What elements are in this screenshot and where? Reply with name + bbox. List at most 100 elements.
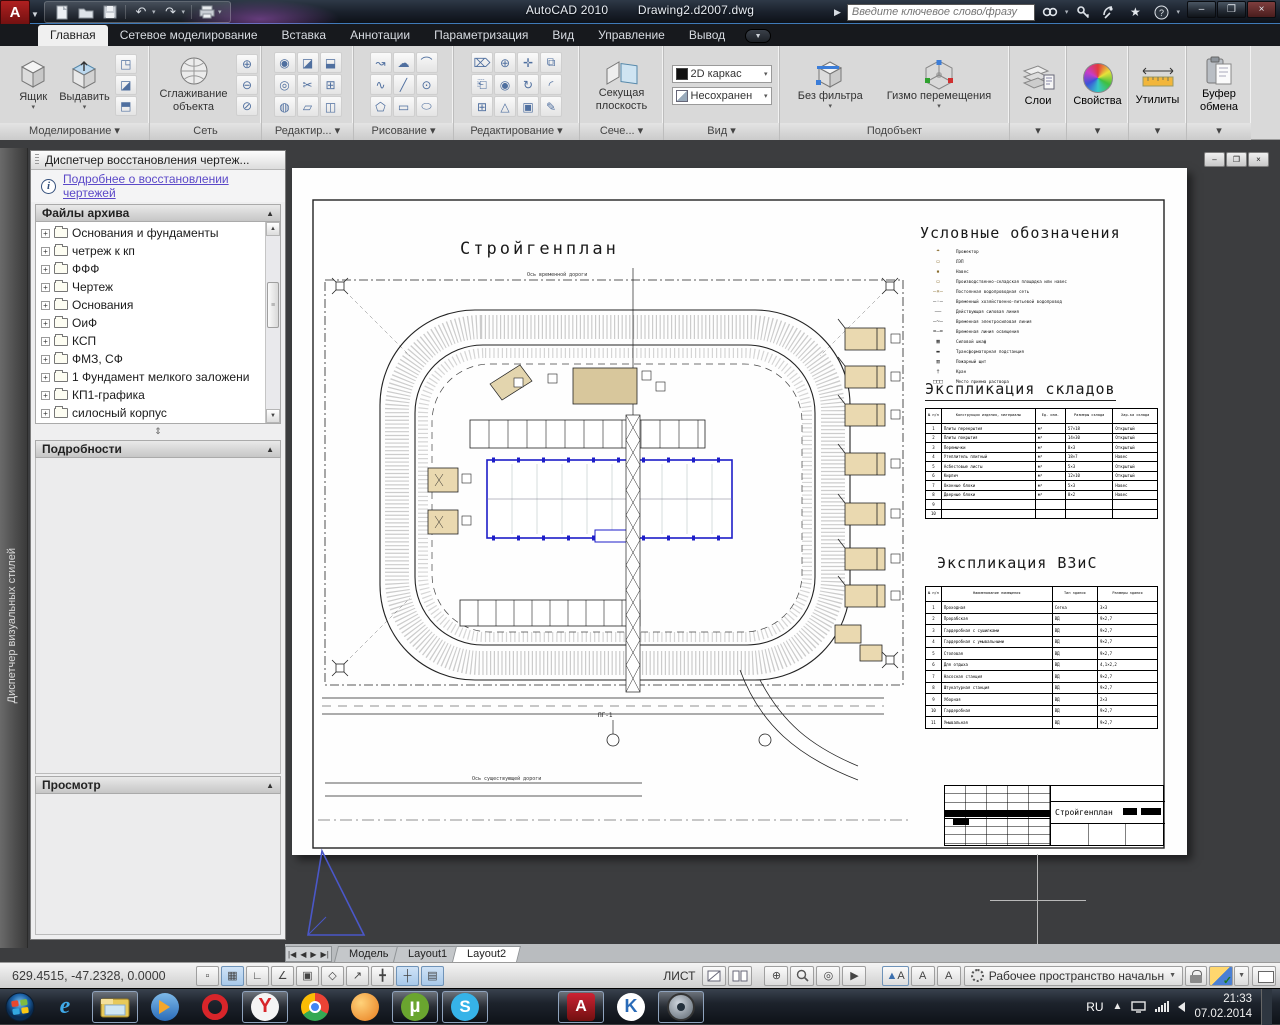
panel-caption[interactable]: ▾ (1187, 123, 1251, 140)
box-button[interactable]: Ящик ▾ (12, 55, 54, 114)
taskbar-wmp-button[interactable] (142, 991, 188, 1023)
annotation-auto-button[interactable]: A (936, 965, 961, 986)
ducs-toggle[interactable]: ╋ (371, 965, 394, 986)
properties-button[interactable]: Свойства (1073, 95, 1121, 107)
visual-styles-palette-strip[interactable]: Диспетчер визуальных стилей (0, 148, 28, 948)
union-icon[interactable]: ◉ (273, 52, 296, 73)
pan-button[interactable]: ⊕ (764, 965, 789, 986)
ribbon-tab-Управление[interactable]: Управление (586, 25, 677, 46)
quick-view-layouts-button[interactable] (728, 965, 753, 986)
intersect-icon[interactable]: ◍ (273, 96, 296, 117)
tray-caret-icon[interactable]: ▼ (1234, 965, 1249, 986)
recovery-info-link[interactable]: Подробнее о восстановлении чертежей (63, 172, 275, 200)
circle-icon[interactable]: ⊙ (415, 74, 438, 95)
showmotion-button[interactable]: ▶ (842, 965, 867, 986)
smooth-off-icon[interactable]: ⊘ (236, 95, 258, 116)
fillet-icon[interactable]: ◜ (540, 74, 562, 95)
solid-icon[interactable]: ◪ (296, 52, 319, 73)
expand-icon[interactable]: + (41, 408, 50, 418)
otrack-toggle[interactable]: ↗ (346, 965, 369, 986)
scroll-down-icon[interactable]: ▼ (266, 409, 280, 423)
annotation-visibility-button[interactable]: A (910, 965, 935, 986)
autocad-menu-button[interactable]: A (0, 0, 30, 26)
snap-toggle[interactable]: ▫ (196, 965, 219, 986)
gizmo-button[interactable]: Гизмо перемещения ▾ (884, 56, 994, 113)
osnap-toggle[interactable]: ▣ (296, 965, 319, 986)
panel-caption[interactable]: Подобъект (780, 123, 1009, 140)
files-section-header[interactable]: Файлы архива ▲ (35, 204, 281, 222)
planesurf-icon[interactable]: ◪ (114, 74, 137, 95)
taskbar-yandex-button[interactable]: Y (242, 990, 288, 1023)
last-tab-icon[interactable]: ▶| (321, 950, 329, 959)
show-desktop-button[interactable] (1261, 988, 1272, 1025)
taskbar-opera-button[interactable] (192, 991, 238, 1023)
annotation-scale-button[interactable]: ▲ A (882, 965, 909, 986)
tree-item[interactable]: + четреж к кп (38, 242, 263, 260)
search-icon[interactable] (1039, 3, 1061, 21)
clipboard-button[interactable]: Буфер (1202, 88, 1236, 100)
presspull-icon[interactable]: ◳ (114, 53, 137, 74)
favorites-star-icon[interactable]: ★ (1124, 3, 1146, 21)
open-file-icon[interactable] (77, 4, 95, 20)
box-edit-icon[interactable]: ⬓ (319, 52, 342, 73)
taskbar-skype-button[interactable]: S (442, 990, 488, 1023)
undo-caret-icon[interactable]: ▾ (152, 8, 156, 16)
taskbar-kompas-button[interactable]: K (608, 991, 654, 1023)
tree-item[interactable]: + КП1-графика (38, 386, 263, 404)
expand-icon[interactable]: + (41, 372, 50, 382)
key-subscription-icon[interactable] (1072, 3, 1094, 21)
workspace-switcher[interactable]: Рабочее пространство начальн ▼ (963, 965, 1184, 986)
minimize-button[interactable]: – (1187, 1, 1216, 18)
dyn-toggle[interactable]: ┼ (396, 965, 419, 986)
toolbar-lock-button[interactable] (1185, 965, 1208, 986)
prev-tab-icon[interactable]: ◀ (300, 950, 306, 959)
restore-button[interactable]: ❐ (1217, 1, 1246, 18)
expand-icon[interactable]: + (41, 282, 50, 292)
next-tab-icon[interactable]: ▶ (310, 950, 316, 959)
palette-title-bar[interactable]: Диспетчер восстановления чертеж... (31, 151, 285, 170)
panel-caption[interactable]: Вид ▾ (664, 123, 779, 140)
ribbon-minimize-button[interactable]: ▼ (745, 29, 772, 43)
display-tray-icon[interactable] (1131, 1000, 1147, 1013)
taskbar-explorer-button[interactable] (92, 990, 138, 1023)
qp-toggle[interactable]: ▤ (421, 965, 444, 986)
collapse-icon[interactable]: ▲ (266, 445, 274, 454)
array-icon[interactable]: ⊞ (471, 96, 493, 117)
move-icon[interactable]: ✛ (517, 52, 539, 73)
panel-caption[interactable]: ▾ (1067, 123, 1128, 140)
taskbar-capture-button[interactable] (658, 990, 704, 1023)
tree-item[interactable]: + Основания и фундаменты (38, 224, 263, 242)
revcloud-icon[interactable]: ☁ (392, 52, 415, 73)
tree-item[interactable]: + Основания (38, 296, 263, 314)
smooth-object-button[interactable]: Сглаживание объекта (153, 54, 234, 114)
scale-icon[interactable]: ▣ (517, 96, 539, 117)
scroll-thumb[interactable]: ≡ (267, 282, 279, 328)
polar-toggle[interactable]: ∠ (271, 965, 294, 986)
clean-screen-button[interactable] (1252, 965, 1276, 986)
taskbar-ie-button[interactable]: e (42, 991, 88, 1023)
ellipse-icon[interactable]: ⬭ (415, 96, 438, 117)
redo-icon[interactable]: ↷ (162, 4, 180, 20)
language-indicator[interactable]: RU (1086, 1000, 1103, 1014)
panel-caption[interactable]: Сече... ▾ (580, 123, 663, 140)
infocenter-search-input[interactable] (846, 3, 1035, 21)
volume-icon[interactable] (1178, 1001, 1186, 1012)
layers-button[interactable]: Слои (1025, 95, 1052, 107)
doc-minimize-button[interactable]: – (1204, 152, 1225, 167)
start-button[interactable] (0, 990, 40, 1024)
panel-caption[interactable]: Моделирование ▾ (0, 123, 149, 140)
close-button[interactable]: × (1247, 1, 1276, 18)
layout-paper[interactable]: Стройгенплан Ось временной дороги Ось су… (292, 168, 1187, 855)
extrude-face-icon[interactable]: ⎗ (471, 74, 493, 95)
rectangle-icon[interactable]: ▭ (392, 96, 415, 117)
undo-icon[interactable]: ↶ (132, 4, 150, 20)
spline-icon[interactable]: ∿ (369, 74, 392, 95)
save-icon[interactable] (101, 4, 119, 20)
infocenter-expand-icon[interactable]: ▶ (832, 7, 843, 18)
details-section-header[interactable]: Подробности ▲ (35, 440, 281, 458)
taskbar-utorrent-button[interactable]: µ (392, 990, 438, 1023)
3dscale-icon[interactable]: ◉ (494, 74, 516, 95)
qat-caret-icon[interactable]: ▾ (218, 8, 222, 16)
zoom-button[interactable] (790, 965, 815, 986)
polysolid-icon[interactable]: ⬒ (114, 95, 137, 116)
